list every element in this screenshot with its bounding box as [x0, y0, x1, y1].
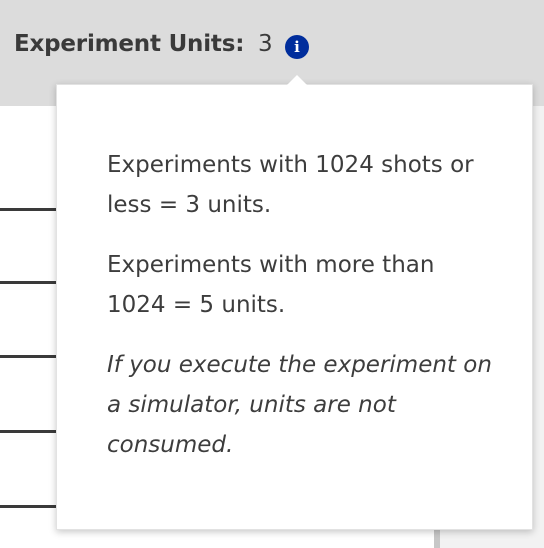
popover-caret: [287, 75, 307, 85]
popover-simulator-note: If you execute the experiment on a simul…: [107, 352, 492, 458]
circuit-wire: [0, 281, 60, 284]
units-info-popover: Experiments with 1024 shots or less = 3 …: [56, 84, 533, 530]
experiment-units-label: Experiment Units:: [14, 31, 245, 57]
circuit-wire: [0, 505, 60, 508]
circuit-wire: [0, 430, 60, 433]
circuit-wire: [0, 355, 60, 358]
popover-line-shots-le-1024: Experiments with 1024 shots or less = 3 …: [107, 152, 474, 218]
circuit-wire: [0, 208, 60, 211]
experiment-units-value: 3: [258, 31, 273, 57]
popover-content: Experiments with 1024 shots or less = 3 …: [107, 145, 497, 485]
info-icon[interactable]: i: [285, 35, 309, 59]
popover-line-shots-gt-1024: Experiments with more than 1024 = 5 unit…: [107, 252, 435, 318]
